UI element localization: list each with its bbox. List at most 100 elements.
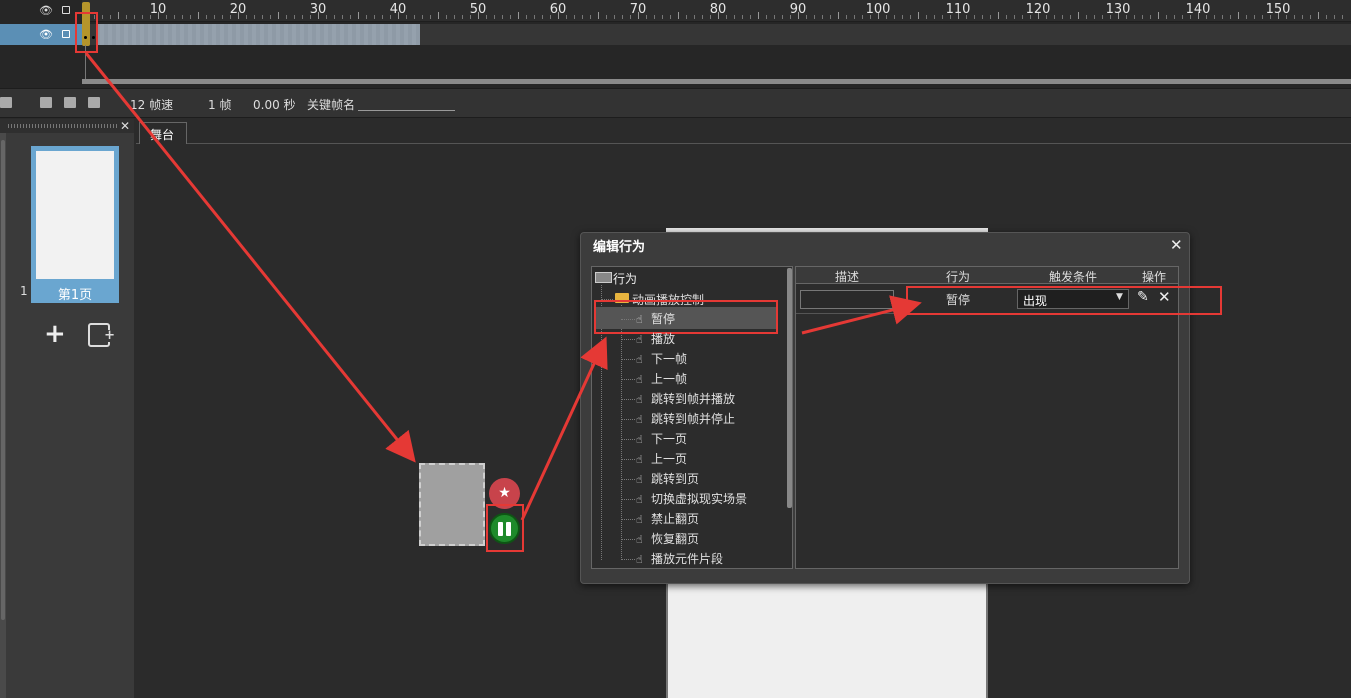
ruler-tick bbox=[1062, 15, 1063, 19]
tree-item[interactable]: ☝ 下一页 bbox=[636, 430, 687, 448]
ruler-tick bbox=[118, 12, 119, 19]
ruler-number: 80 bbox=[709, 2, 727, 17]
ruler-tick bbox=[1334, 15, 1335, 19]
ruler-tick bbox=[1102, 15, 1103, 19]
tree-guide bbox=[621, 399, 635, 400]
keyframe-name-label: 关键帧名 bbox=[307, 98, 356, 112]
ruler-tick bbox=[702, 15, 703, 19]
description-input[interactable] bbox=[800, 290, 894, 309]
timeline-scrollbar[interactable] bbox=[82, 79, 1351, 84]
tree-item[interactable]: ☝ 切换虚拟现实场景 bbox=[636, 490, 747, 508]
ruler-number: 90 bbox=[789, 2, 807, 17]
tree-item[interactable]: ☝ 上一帧 bbox=[636, 370, 687, 388]
hand-pointer-icon: ☝ bbox=[636, 413, 643, 426]
eye-icon[interactable]: 👁 bbox=[39, 4, 53, 17]
ruler-tick bbox=[1158, 12, 1159, 19]
hand-pointer-icon: ☝ bbox=[636, 373, 643, 386]
ruler-tick bbox=[1134, 15, 1135, 19]
hand-pointer-icon: ☝ bbox=[636, 513, 643, 526]
ruler-tick bbox=[1014, 15, 1015, 19]
delete-frame-icon[interactable] bbox=[88, 97, 100, 108]
tree-item[interactable]: ☝ 跳转到帧并停止 bbox=[636, 410, 735, 428]
ruler-tick bbox=[1086, 15, 1087, 19]
highlight-box-playhead bbox=[75, 12, 98, 53]
tree-item-label: 跳转到帧并播放 bbox=[651, 392, 736, 406]
tree-item[interactable]: ☝ 跳转到帧并播放 bbox=[636, 390, 735, 408]
add-page-button[interactable]: + bbox=[44, 321, 66, 347]
ruler-tick bbox=[974, 15, 975, 19]
frame-icon[interactable] bbox=[40, 97, 52, 108]
tree-item[interactable]: ☝ 跳转到页 bbox=[636, 470, 699, 488]
tree-item[interactable]: ☝ 暂停 bbox=[636, 310, 675, 328]
page-thumbnail-preview bbox=[36, 151, 114, 279]
frame-rate[interactable]: 12 帧速 bbox=[130, 96, 173, 113]
ruler-tick bbox=[174, 15, 175, 19]
ruler-tick bbox=[1310, 15, 1311, 19]
layer-row-selected[interactable]: 👁 bbox=[0, 24, 82, 45]
ruler-tick bbox=[414, 15, 415, 19]
tree-item-label: 下一帧 bbox=[651, 352, 688, 366]
ruler-tick bbox=[766, 15, 767, 19]
plus-icon: + bbox=[104, 328, 115, 343]
ruler-tick bbox=[430, 15, 431, 19]
tree-item[interactable]: ☝ 上一页 bbox=[636, 450, 687, 468]
hand-pointer-icon: ☝ bbox=[636, 533, 643, 546]
tab-stage[interactable]: 舞台 bbox=[139, 122, 187, 144]
ruler-tick bbox=[678, 12, 679, 19]
add-frame-icon[interactable] bbox=[64, 97, 76, 108]
ruler-tick bbox=[1302, 15, 1303, 19]
page-canvas[interactable] bbox=[666, 583, 988, 698]
ruler-tick bbox=[582, 15, 583, 19]
ruler-tick bbox=[910, 15, 911, 19]
ruler-tick bbox=[1246, 15, 1247, 19]
ruler-tick bbox=[302, 15, 303, 19]
tree-guide bbox=[621, 499, 635, 500]
stage-element-placeholder[interactable] bbox=[419, 463, 485, 546]
tree-guide bbox=[621, 419, 635, 420]
ruler-tick bbox=[654, 15, 655, 19]
hand-pointer-icon: ☝ bbox=[636, 333, 643, 346]
ruler-number: 60 bbox=[549, 2, 567, 17]
ruler-tick bbox=[214, 15, 215, 19]
layer-row[interactable]: 👁 bbox=[0, 0, 82, 22]
ruler-number: 130 bbox=[1105, 2, 1131, 17]
ruler-tick bbox=[502, 15, 503, 19]
keyframe-name-input[interactable] bbox=[358, 110, 455, 111]
tree-item[interactable]: ☝ 播放元件片段 bbox=[636, 550, 723, 568]
tree-item-label: 跳转到页 bbox=[651, 472, 700, 486]
current-time: 0.00 秒 bbox=[253, 98, 296, 112]
ruler-tick bbox=[134, 15, 135, 19]
timeline-toolbar: 12 帧速 1 帧 0.00 秒 关键帧名 bbox=[0, 88, 1351, 118]
column-header-action: 操作 bbox=[1142, 270, 1167, 284]
tree-item[interactable]: ☝ 恢复翻页 bbox=[636, 530, 699, 548]
ruler-tick bbox=[1054, 15, 1055, 19]
lock-icon[interactable] bbox=[62, 30, 70, 38]
tree-item[interactable]: ☝ 下一帧 bbox=[636, 350, 687, 368]
ruler-tick bbox=[942, 15, 943, 19]
tree-guide bbox=[621, 479, 635, 480]
frames-span[interactable] bbox=[96, 24, 420, 45]
tree-scrollbar[interactable] bbox=[787, 268, 792, 508]
stage-tabbar bbox=[136, 119, 1351, 144]
eye-icon[interactable]: 👁 bbox=[39, 28, 53, 41]
ruler-tick bbox=[662, 15, 663, 19]
timeline-ruler[interactable]: 10 20 30 40 50 60 70 80 90 100 110 120 130 140 150 bbox=[82, 0, 1351, 22]
tree-item-label: 跳转到帧并停止 bbox=[651, 412, 736, 426]
ruler-tick bbox=[982, 15, 983, 19]
ruler-tick bbox=[1230, 15, 1231, 19]
duplicate-page-button[interactable]: + bbox=[88, 323, 115, 347]
layer-icon[interactable] bbox=[0, 97, 12, 108]
lock-icon[interactable] bbox=[62, 6, 70, 14]
drag-handle[interactable] bbox=[8, 124, 118, 128]
pages-scrollbar-thumb[interactable] bbox=[1, 140, 5, 620]
close-icon[interactable]: ✕ bbox=[1170, 236, 1183, 254]
highlight-box-pause-item bbox=[594, 300, 778, 334]
tree-item[interactable]: ☝ 禁止翻页 bbox=[636, 510, 699, 528]
hand-pointer-icon: ☝ bbox=[636, 353, 643, 366]
close-icon[interactable]: ✕ bbox=[120, 119, 130, 133]
hand-pointer-icon: ☝ bbox=[636, 393, 643, 406]
tree-item-label: 暂停 bbox=[651, 312, 676, 326]
ruler-tick bbox=[262, 15, 263, 19]
ruler-tick bbox=[462, 15, 463, 19]
tree-item[interactable]: ☝ 播放 bbox=[636, 330, 675, 348]
